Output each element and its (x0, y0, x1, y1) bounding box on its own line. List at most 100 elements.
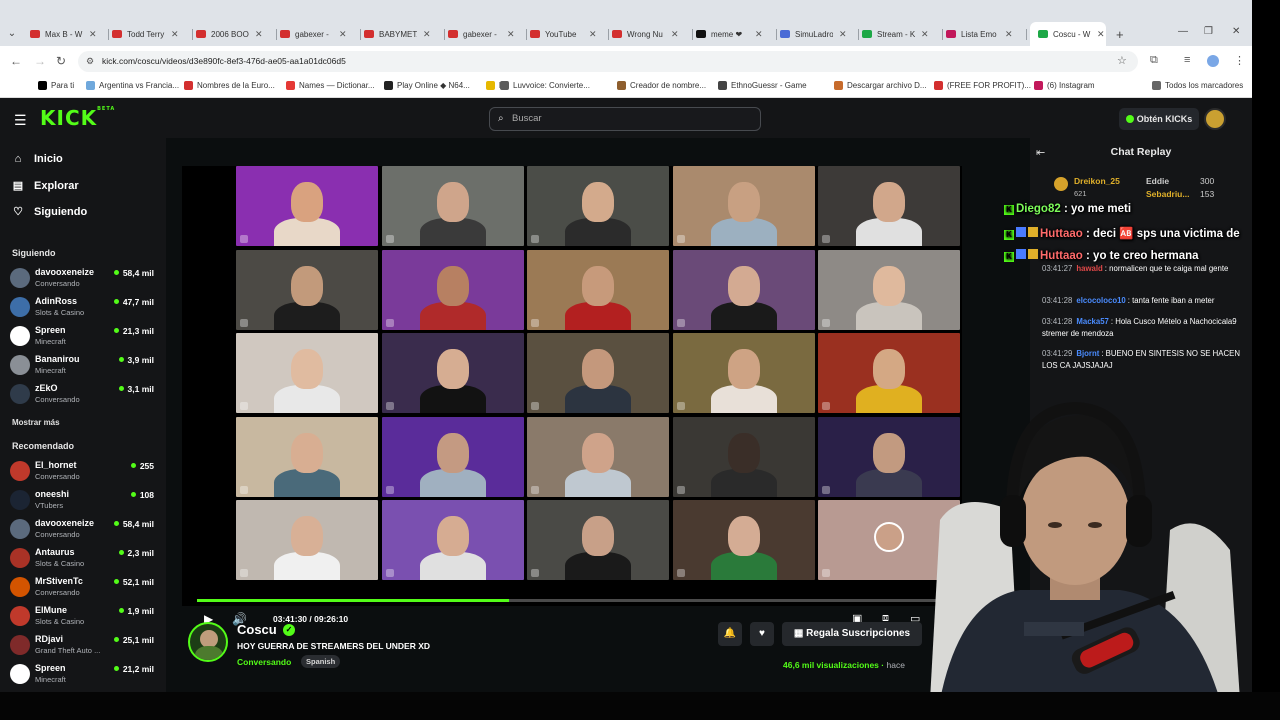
channel-item[interactable]: Antaurus Slots & Casino 2,3 mil (10, 545, 158, 571)
channel-category: Slots & Casino (35, 308, 85, 317)
message-user[interactable]: hawald (1076, 264, 1102, 273)
browser-tab[interactable]: Max B - W ✕ (30, 26, 100, 42)
menu-icon[interactable]: ⋮ (1234, 54, 1245, 67)
channel-item[interactable]: AdinRoss Slots & Casino 47,7 mil (10, 294, 158, 320)
channel-category: Minecraft (35, 337, 66, 346)
browser-tab[interactable]: Todd Terry ✕ (112, 26, 182, 42)
browser-tab[interactable]: BABYMETA ✕ (364, 26, 434, 42)
profile-avatar[interactable] (1207, 55, 1219, 67)
tab-close-icon[interactable]: ✕ (507, 29, 515, 40)
message-user[interactable]: Macka57 (1076, 317, 1109, 326)
gifter-name[interactable]: Eddie (1146, 176, 1169, 186)
search-input[interactable]: ⌕ Buscar (489, 107, 761, 131)
video-player[interactable]: ▶ 🔊 03:41:30 / 09:26:10 ▣ ⧈ ▭ ⛶ (182, 166, 977, 626)
channel-item[interactable]: Spreen Minecraft 21,3 mil (10, 323, 158, 349)
channel-item[interactable]: ElMune Slots & Casino 1,9 mil (10, 603, 158, 629)
minimize-icon[interactable]: — (1178, 26, 1188, 37)
browser-tab[interactable]: gabexer - ✕ (280, 26, 350, 42)
streamer-avatar[interactable] (188, 622, 228, 662)
bookmark-item[interactable]: Play Online ◆ N64... (384, 81, 470, 90)
get-kicks-button[interactable]: Obtén KICKs (1119, 108, 1199, 130)
nav-explore[interactable]: ▤ Explorar (12, 179, 79, 193)
video-tile (672, 500, 815, 580)
tab-close-icon[interactable]: ✕ (89, 29, 97, 40)
hamburger-icon[interactable]: ☰ (14, 112, 27, 129)
media-icon[interactable]: ≡ (1184, 54, 1190, 66)
tab-close-icon[interactable]: ✕ (589, 29, 597, 40)
window-close-icon[interactable]: ✕ (1232, 26, 1240, 37)
tab-close-icon[interactable]: ✕ (755, 29, 763, 40)
tab-close-icon[interactable]: ✕ (255, 29, 263, 40)
browser-tab[interactable]: SimuLadro ✕ (780, 26, 850, 42)
bookmark-item[interactable]: Luvvoice: Convierte... (500, 81, 590, 90)
browser-tab[interactable]: Lista Emo ✕ (946, 26, 1016, 42)
browser-tab[interactable]: Stream - K ✕ (862, 26, 932, 42)
new-tab-icon[interactable]: + (1116, 27, 1124, 42)
tab-close-icon[interactable]: ✕ (171, 29, 179, 40)
show-more-link[interactable]: Mostrar más (12, 418, 60, 427)
bookmark-item[interactable]: Nombres de la Euro... (184, 81, 275, 90)
nav-following[interactable]: ♡ Siguiendo (12, 205, 87, 219)
channel-item[interactable]: zEkO Conversando 3,1 mil (10, 381, 158, 407)
tab-close-icon[interactable]: ✕ (1005, 29, 1013, 40)
forward-icon[interactable]: → (34, 54, 46, 68)
site-info-icon[interactable]: ⚙ (86, 51, 94, 72)
tab-close-icon[interactable]: ✕ (921, 29, 929, 40)
bookmark-item[interactable]: Para ti (38, 81, 74, 90)
extensions-icon[interactable]: ⧉ (1150, 54, 1158, 67)
address-bar[interactable]: ⚙ kick.com/coscu/videos/d3e890fc-8ef3-47… (78, 51, 1138, 72)
channel-name: AdinRoss (35, 296, 78, 306)
message-user[interactable]: elcocoloco10 (1076, 296, 1125, 305)
tab-close-icon[interactable]: ✕ (339, 29, 347, 40)
streamer-name[interactable]: Coscu (237, 622, 277, 637)
bookmark-item[interactable]: Creador de nombre... (617, 81, 706, 90)
follow-heart-button[interactable]: ♥ (750, 622, 774, 646)
tab-close-icon[interactable]: ✕ (671, 29, 679, 40)
channel-item[interactable]: oneeshi VTubers 108 (10, 487, 158, 513)
channel-item[interactable]: Bananirou Minecraft 3,9 mil (10, 352, 158, 378)
gifter-name[interactable]: Sebadriu... (1146, 189, 1189, 199)
back-icon[interactable]: ← (10, 54, 22, 68)
browser-tab[interactable]: Coscu - W ✕ (1030, 22, 1106, 46)
tab-close-icon[interactable]: ✕ (839, 29, 847, 40)
tab-close-icon[interactable]: ✕ (423, 29, 431, 40)
browser-tab[interactable]: Wrong Nu ✕ (612, 26, 682, 42)
tile-pin-icon (676, 402, 685, 410)
restore-icon[interactable]: ❐ (1204, 26, 1213, 37)
bookmark-item[interactable]: (6) Instagram (1034, 81, 1095, 90)
channel-item[interactable]: davooxeneize Conversando 58,4 mil (10, 516, 158, 542)
channel-item[interactable]: Spreen Minecraft 21,2 mil (10, 661, 158, 687)
language-badge[interactable]: Spanish (301, 655, 341, 668)
browser-tab[interactable]: YouTube ✕ (530, 26, 600, 42)
channel-item[interactable]: RDjavi Grand Theft Auto ... 25,1 mil (10, 632, 158, 658)
bookmark-item[interactable]: Names — Dictionar... (286, 81, 375, 90)
tab-favicon-icon (112, 30, 122, 38)
tab-close-icon[interactable]: ✕ (1097, 29, 1105, 40)
message-user[interactable]: Bjornt (1076, 349, 1099, 358)
kick-logo[interactable]: KICKBETA (40, 106, 115, 130)
bookmark-item[interactable]: Todos los marcadores (1152, 81, 1243, 90)
browser-tab[interactable]: meme ❤ ✕ (696, 26, 766, 42)
browser-tab[interactable]: 2006 BOO ✕ (196, 26, 266, 42)
channel-viewers: 21,2 mil (114, 664, 154, 674)
video-tile (381, 166, 524, 246)
tab-separator (192, 29, 193, 40)
tab-title: SimuLadro (795, 29, 833, 39)
progress-bar[interactable] (197, 599, 977, 602)
bookmark-star-icon[interactable]: ☆ (1117, 54, 1127, 67)
channel-item[interactable]: MrStivenTc Conversando 52,1 mil (10, 574, 158, 600)
bookmark-item[interactable]: Descargar archivo D... (834, 81, 927, 90)
browser-tab[interactable]: gabexer - ✕ (448, 26, 518, 42)
bookmark-item[interactable]: (FREE FOR PROFIT)... (934, 81, 1031, 90)
user-avatar[interactable] (1204, 108, 1226, 130)
nav-home[interactable]: ⌂ Inicio (12, 153, 63, 165)
bookmark-item[interactable]: Argentina vs Francia... (86, 81, 179, 90)
notification-bell-button[interactable]: 🔔 (718, 622, 742, 646)
reload-icon[interactable]: ↻ (56, 54, 66, 68)
bookmark-item[interactable]: EthnoGuessr - Game (718, 81, 807, 90)
channel-item[interactable]: davooxeneize Conversando 58,4 mil (10, 265, 158, 291)
tab-search-icon[interactable]: ⌄ (0, 24, 24, 44)
gifter-name[interactable]: Dreikon_25 (1074, 176, 1120, 186)
stream-category[interactable]: Conversando (237, 657, 291, 667)
channel-item[interactable]: El_hornet Conversando 255 (10, 458, 158, 484)
